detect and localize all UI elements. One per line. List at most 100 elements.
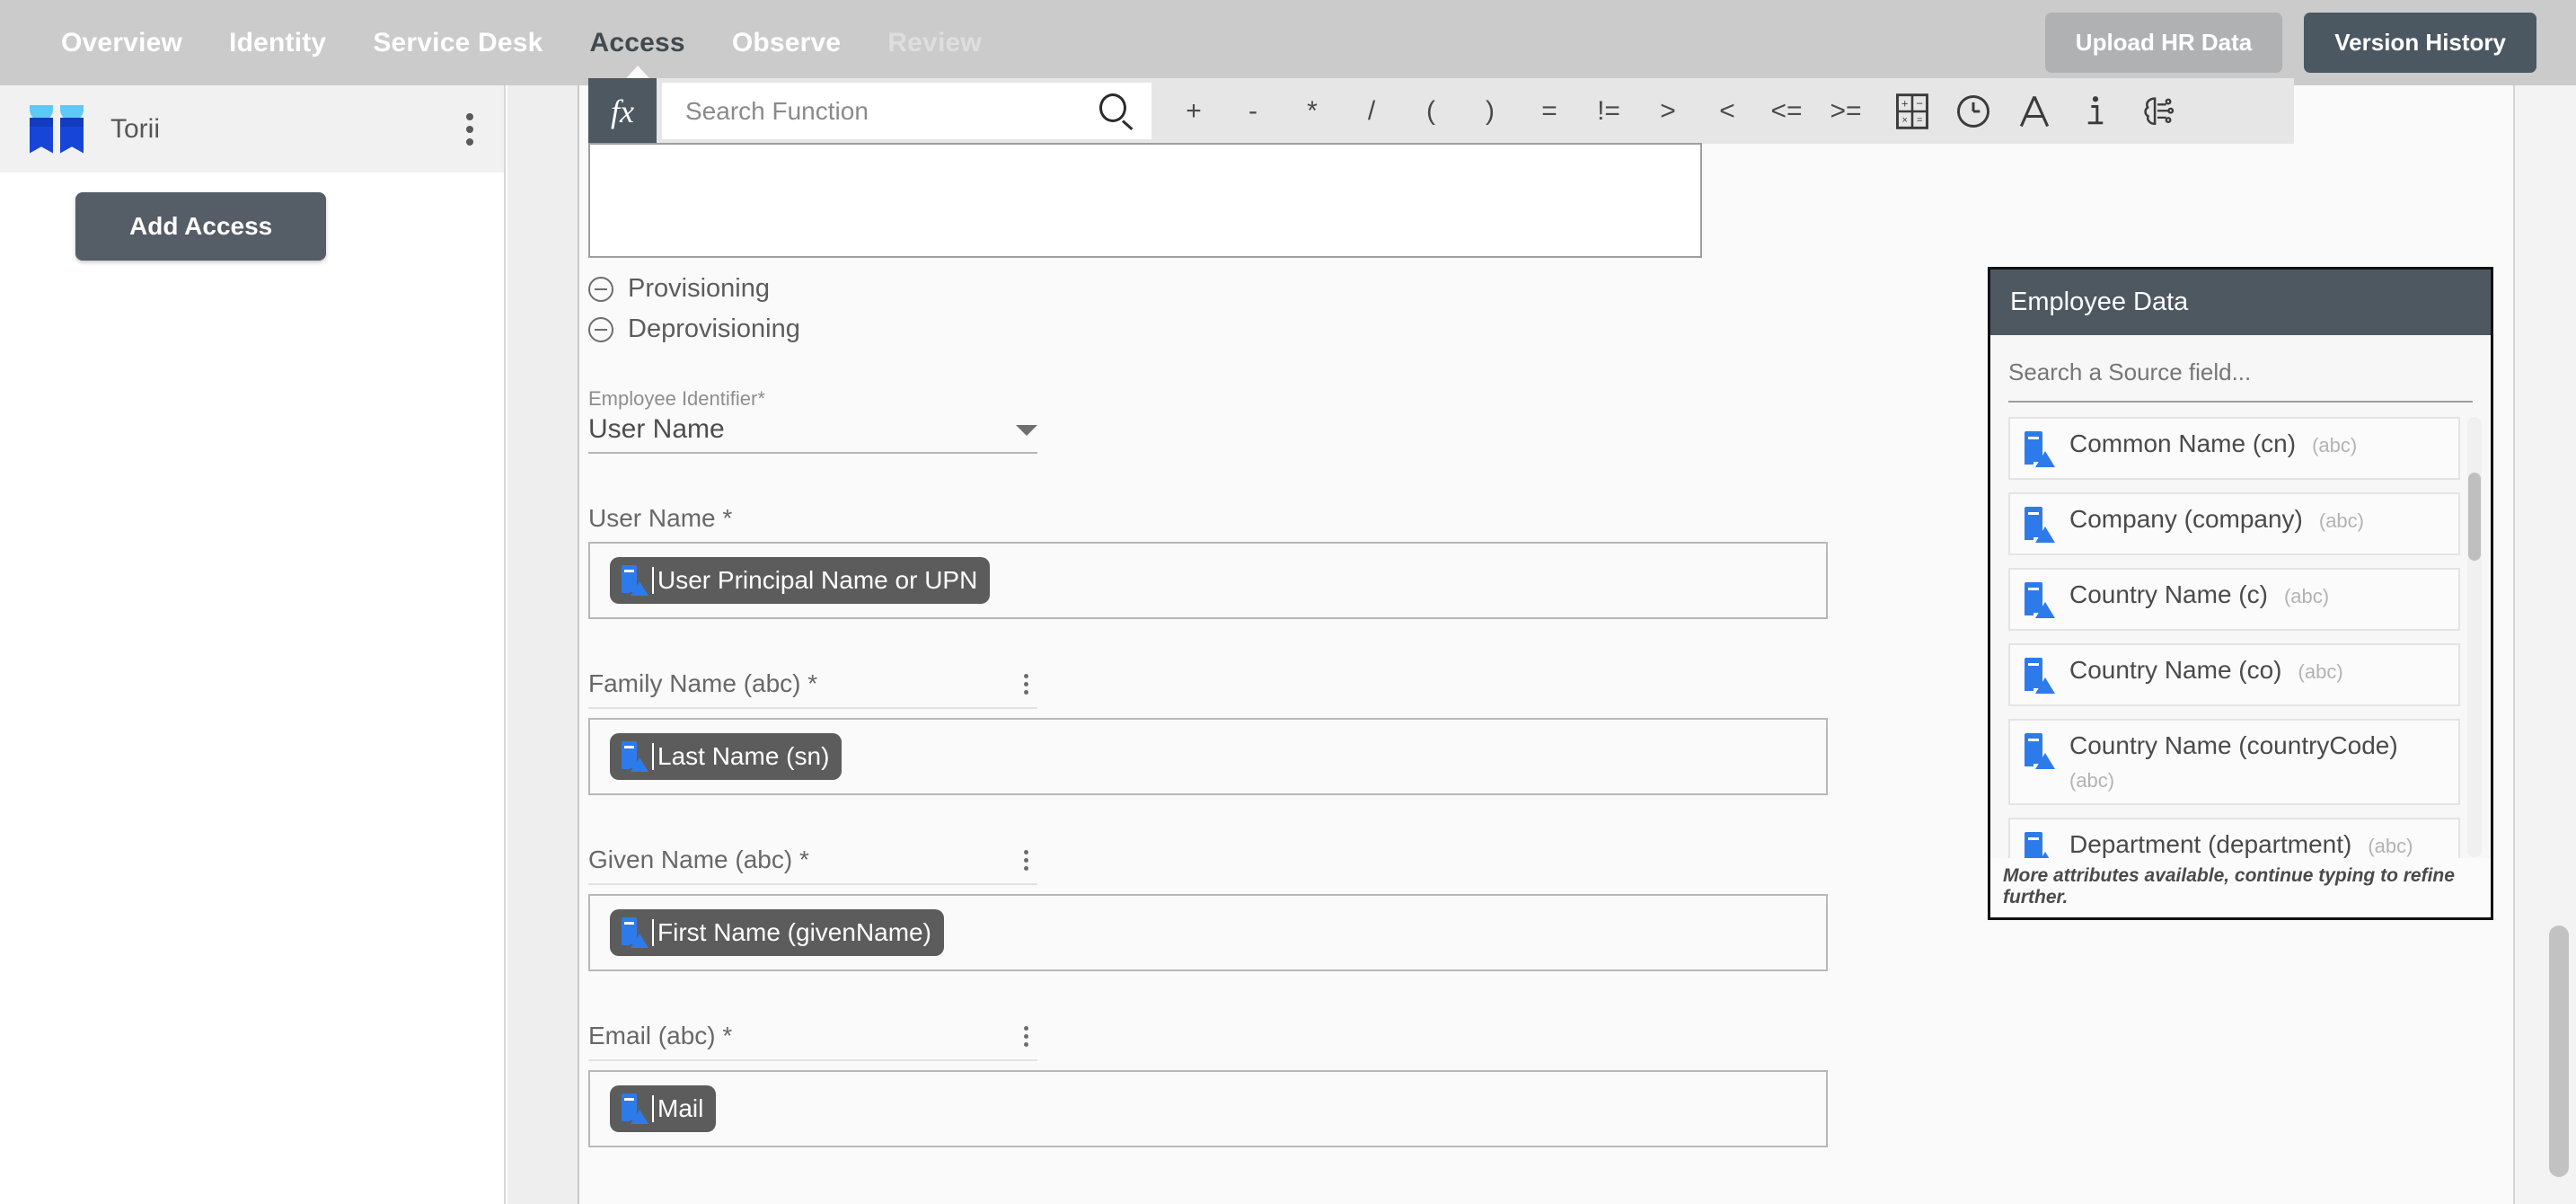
field-value-input[interactable]: Last Name (sn)	[588, 718, 1828, 795]
fx-button[interactable]: fx	[588, 78, 657, 144]
source-field-search-box[interactable]	[2008, 359, 2473, 403]
add-access-button[interactable]: Add Access	[75, 192, 327, 261]
source-attribute-item[interactable]: Country Name (countryCode) (abc)	[2008, 719, 2460, 805]
operator-button-[interactable]: )	[1460, 78, 1520, 144]
nav-tab-access[interactable]: Access	[567, 0, 709, 85]
operator-button-[interactable]: -	[1223, 78, 1283, 144]
attribute-doc-icon	[620, 1093, 648, 1124]
attribute-chip[interactable]: Last Name (sn)	[610, 733, 842, 780]
section-toggle-provisioning[interactable]: Provisioning	[588, 274, 1936, 304]
field-value-input[interactable]: User Principal Name or UPN	[588, 542, 1828, 619]
operator-button-[interactable]: >=	[1816, 78, 1875, 144]
source-field-search-input[interactable]	[2008, 359, 2473, 386]
section-toggle-deprovisioning[interactable]: Deprovisioning	[588, 314, 1936, 344]
chip-label: User Principal Name or UPN	[657, 566, 978, 594]
formula-editor-input[interactable]	[588, 143, 1702, 258]
attribute-list-scrollbar[interactable]	[2467, 417, 2482, 857]
field-email-abc: Email (abc) * Mail	[588, 1022, 1936, 1147]
svg-text:−: −	[1917, 96, 1924, 110]
source-attribute-text: Country Name (countryCode) (abc)	[2069, 731, 2414, 792]
source-attribute-list: Common Name (cn) (abc) Company (company) (a…	[2008, 417, 2482, 884]
brain-ai-icon[interactable]	[2134, 89, 2179, 134]
source-attribute-name: Country Name (countryCode)	[2069, 731, 2398, 759]
employee-identifier-label: Employee Identifier*	[588, 387, 765, 410]
attribute-chip[interactable]: Mail	[610, 1085, 717, 1132]
operator-button-[interactable]: *	[1283, 78, 1342, 144]
attribute-list-footer-note: More attributes available, continue typi…	[1990, 858, 2491, 917]
page-scrollbar[interactable]	[2549, 925, 2569, 1177]
field-value-input[interactable]: First Name (givenName)	[588, 894, 1828, 971]
employee-identifier-select[interactable]: User Name	[588, 414, 1037, 454]
nav-tab-label: Observe	[731, 27, 842, 58]
operator-button-[interactable]: +	[1164, 78, 1223, 144]
employee-identifier-field: Employee Identifier* User Name	[588, 387, 1936, 454]
field-label-row: Email (abc) *	[588, 1022, 1037, 1050]
nav-tab-service-desk[interactable]: Service Desk	[349, 0, 566, 85]
attribute-list-scrollbar-thumb[interactable]	[2468, 473, 2481, 561]
canvas-gutter	[507, 85, 579, 1204]
app-name-label: Torii	[110, 113, 161, 144]
operator-button-group: + - * /() = != > < <= >=	[1164, 78, 1875, 144]
employee-data-panel: Employee Data Common Name (cn)(abc) Compa…	[1988, 267, 2493, 920]
function-search-box[interactable]	[662, 83, 1151, 139]
clock-icon[interactable]	[1951, 89, 1996, 134]
nav-tab-label: Review	[887, 27, 982, 58]
torii-logo-icon	[30, 104, 84, 154]
field-label-underline	[588, 883, 1037, 885]
source-attribute-text: Department (department) (abc)	[2069, 830, 2413, 859]
attribute-chip[interactable]: First Name (givenName)	[610, 909, 944, 956]
page-scrollbar-thumb[interactable]	[2549, 925, 2569, 1177]
top-navigation-bar: Overview Identity Service Desk Access Observ…	[0, 0, 2576, 85]
operator-button-[interactable]: =	[1520, 78, 1579, 144]
calculator-icon[interactable]: + − × =	[1890, 89, 1935, 134]
operator-button-[interactable]: <	[1698, 78, 1757, 144]
text-a-icon[interactable]	[2012, 89, 2057, 134]
minus-circle-icon	[588, 276, 613, 302]
field-user-name: User Name * User Principal Name or UPN	[588, 504, 1936, 619]
vertical-dots-icon[interactable]	[459, 106, 481, 153]
source-attribute-name: Common Name (cn)	[2069, 429, 2297, 457]
svg-text:×: ×	[1902, 114, 1908, 125]
app-header-row[interactable]: Torii	[0, 85, 504, 173]
source-attribute-item[interactable]: Company (company) (abc)	[2008, 492, 2460, 555]
field-given-name-abc: Given Name (abc) * First Name (givenName)	[588, 845, 1936, 971]
field-label: User Name *	[588, 504, 733, 532]
field-label: Given Name (abc) *	[588, 845, 809, 873]
attribute-doc-icon	[620, 917, 648, 948]
operator-button-[interactable]: /	[1342, 78, 1401, 144]
upload-hr-data-button[interactable]: Upload HR Data	[2044, 13, 2283, 73]
source-attribute-item[interactable]: Country Name (co) (abc)	[2008, 643, 2460, 706]
attribute-chip[interactable]: User Principal Name or UPN	[610, 557, 991, 604]
attribute-doc-icon	[2023, 431, 2055, 467]
svg-text:=: =	[1917, 114, 1922, 125]
chip-label: Last Name (sn)	[657, 742, 830, 770]
source-attribute-item[interactable]: Common Name (cn) (abc)	[2008, 417, 2460, 480]
field-label-row: Family Name (abc) *	[588, 669, 1037, 698]
attribute-doc-icon	[620, 741, 648, 772]
function-search-input[interactable]	[685, 96, 1098, 126]
source-attribute-name: Country Name (co)	[2069, 656, 2282, 684]
nav-tab-observe[interactable]: Observe	[709, 0, 864, 85]
attribute-doc-icon	[2023, 507, 2055, 543]
operator-button-[interactable]: !=	[1579, 78, 1638, 144]
operator-button-[interactable]: (	[1401, 78, 1460, 144]
field-value-input[interactable]: Mail	[588, 1070, 1828, 1147]
operator-button-[interactable]: >	[1638, 78, 1698, 144]
source-attribute-item[interactable]: Country Name (c) (abc)	[2008, 568, 2460, 631]
app-window: Overview Identity Service Desk Access Observ…	[0, 0, 2576, 1204]
source-attribute-name: Company (company)	[2069, 505, 2303, 533]
version-history-button[interactable]: Version History	[2304, 13, 2536, 73]
formula-toolbar: fx +-*/()=!=><<=>= + −× =	[588, 78, 2294, 144]
magnifier-icon[interactable]	[1098, 93, 1135, 130]
nav-tab-identity[interactable]: Identity	[206, 0, 349, 85]
nav-tab-review[interactable]: Review	[864, 0, 1005, 85]
source-attribute-text: Company (company) (abc)	[2069, 505, 2364, 534]
field-options-vertical-dots-icon[interactable]	[1015, 670, 1037, 698]
nav-tab-overview[interactable]: Overview	[38, 0, 206, 85]
field-options-vertical-dots-icon[interactable]	[1015, 846, 1037, 874]
operator-button-[interactable]: <=	[1757, 78, 1816, 144]
info-icon[interactable]	[2073, 89, 2118, 134]
employee-data-title: Employee Data	[1990, 270, 2491, 335]
field-label-row: Given Name (abc) *	[588, 845, 1037, 874]
field-options-vertical-dots-icon[interactable]	[1015, 1023, 1037, 1050]
